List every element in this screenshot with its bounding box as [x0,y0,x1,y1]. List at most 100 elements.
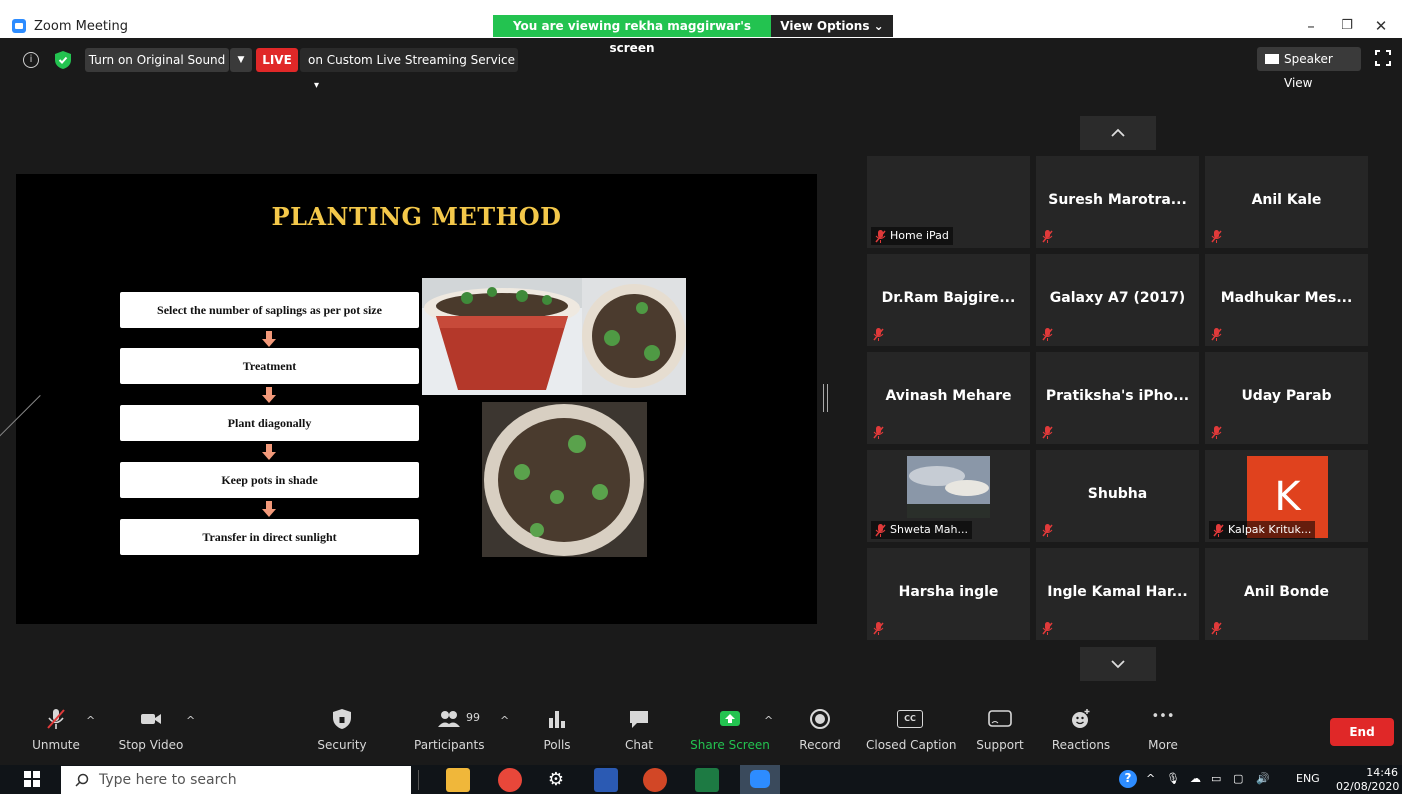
settings-gear-icon[interactable]: ⚙ [544,768,568,792]
encryption-shield-icon[interactable] [55,51,71,69]
chrome-icon[interactable] [498,768,522,792]
live-streaming-label: on Custom Live Streaming Service [308,53,516,67]
gallery-next-button[interactable] [1080,647,1156,681]
stop-video-button[interactable]: Stop Video [113,708,189,756]
more-button[interactable]: ••• More [1140,708,1186,756]
powerpoint-icon[interactable] [643,768,667,792]
share-screen-icon [720,711,740,726]
speaker-view-button[interactable]: Speaker View [1257,47,1361,90]
chat-button[interactable]: Chat [617,708,661,756]
stop-video-label: Stop Video [118,738,184,752]
participant-tile[interactable]: Shubha [1036,450,1199,542]
participant-tile[interactable]: K Kalpak Krituk... [1205,450,1368,542]
zoom-taskbar-button[interactable] [740,765,780,794]
gallery-prev-button[interactable] [1080,116,1156,150]
chat-label: Chat [624,738,654,752]
original-sound-dropdown[interactable]: ▼ [230,48,252,72]
participant-tile[interactable]: Avinash Mehare [867,352,1030,444]
fullscreen-icon[interactable] [1375,50,1391,66]
taskbar-search-input[interactable]: Type here to search [61,766,411,794]
original-sound-button[interactable]: Turn on Original Sound [85,48,229,72]
zoom-app-icon [750,770,770,788]
participant-name: Dr.Ram Bajgire... [881,290,1016,306]
search-placeholder: Type here to search [99,772,237,788]
restore-button[interactable]: ❐ [1332,15,1362,37]
participant-tile[interactable]: Uday Parab [1205,352,1368,444]
participant-name: Uday Parab [1241,388,1332,404]
participant-tile[interactable]: Suresh Marotra... [1036,156,1199,248]
audio-options-caret[interactable]: ^ [86,714,95,727]
support-button[interactable]: Support [972,708,1028,756]
muted-mic-icon [873,622,884,635]
network-tray-icon[interactable]: ☁ [1190,771,1201,787]
end-meeting-button[interactable]: End [1330,718,1394,746]
windows-start-icon[interactable] [24,771,40,787]
participant-name: Madhukar Mes... [1220,290,1353,306]
muted-mic-icon [1042,524,1053,537]
participant-name-tag: Kalpak Krituk... [1209,521,1316,539]
tray-expand-icon[interactable]: ^ [1146,771,1155,787]
closed-caption-button[interactable]: CC Closed Caption [866,708,957,756]
zoom-window: Zoom Meeting You are viewing rekha maggi… [0,0,1402,794]
participant-tile[interactable]: Home iPad [867,156,1030,248]
record-button[interactable]: Record [795,708,845,756]
slide-title: PLANTING METHOD [271,202,562,231]
participant-tile[interactable]: Galaxy A7 (2017) [1036,254,1199,346]
closed-caption-icon: CC [897,710,923,728]
participants-icon [438,711,460,727]
participant-tile[interactable]: Anil Kale [1205,156,1368,248]
close-button[interactable]: ✕ [1366,15,1396,37]
participant-tile[interactable]: Madhukar Mes... [1205,254,1368,346]
window-title: Zoom Meeting [34,19,129,34]
reactions-smiley-icon [1072,709,1090,728]
participant-tile[interactable]: Pratiksha's iPho... [1036,352,1199,444]
excel-icon[interactable] [695,768,719,792]
speaker-view-icon [1265,54,1279,64]
support-icon [988,710,1012,727]
participant-name-tag: Home iPad [871,227,953,245]
down-arrow-icon [262,501,276,517]
participants-label: Participants [414,738,485,752]
view-options-button[interactable]: View Options ⌄ [771,15,893,37]
split-view-handle[interactable] [823,384,828,412]
participants-options-caret[interactable]: ^ [500,714,509,727]
share-options-caret[interactable]: ^ [764,714,773,727]
word-icon[interactable] [594,768,618,792]
red-pot-photo [422,278,582,395]
muted-mic-icon [1211,328,1222,341]
down-arrow-icon [262,444,276,460]
live-streaming-dropdown[interactable]: on Custom Live Streaming Service ▾ [300,48,518,91]
down-arrow-icon [262,387,276,403]
participant-tile[interactable]: Anil Bonde [1205,548,1368,640]
participant-name: Galaxy A7 (2017) [1049,290,1186,306]
participant-tile[interactable]: Shweta Mah... [867,450,1030,542]
volume-tray-icon[interactable]: 🔊 [1256,771,1270,787]
participant-tile[interactable]: Harsha ingle [867,548,1030,640]
muted-mic-icon [1211,230,1222,243]
polls-label: Polls [543,738,571,752]
help-icon[interactable]: ? [1119,770,1137,788]
muted-mic-icon [875,230,886,243]
reactions-button[interactable]: Reactions [1049,708,1113,756]
muted-mic-icon [1213,524,1224,537]
participant-name: Home iPad [890,229,949,242]
participant-name: Avinash Mehare [885,388,1012,404]
video-options-caret[interactable]: ^ [186,714,195,727]
participant-tile[interactable]: Dr.Ram Bajgire... [867,254,1030,346]
polls-button[interactable]: Polls [537,708,577,756]
security-button[interactable]: Security [312,708,372,756]
unmute-button[interactable]: Unmute [26,708,86,756]
meeting-info-icon[interactable]: i [23,52,39,68]
language-indicator[interactable]: ENG [1296,771,1320,787]
file-explorer-icon[interactable] [446,768,470,792]
participant-tile[interactable]: Ingle Kamal Har... [1036,548,1199,640]
unmute-label: Unmute [32,738,80,752]
step-box: Plant diagonally [120,405,419,441]
taskbar-clock[interactable]: 14:46 02/08/2020 [1336,766,1399,794]
reactions-label: Reactions [1051,738,1111,752]
closed-caption-label: Closed Caption [866,738,957,752]
minimize-button[interactable]: – [1296,15,1326,37]
participant-name: Anil Bonde [1243,584,1330,600]
taskbar-separator [418,770,419,790]
share-screen-button[interactable]: Share Screen [690,708,770,756]
